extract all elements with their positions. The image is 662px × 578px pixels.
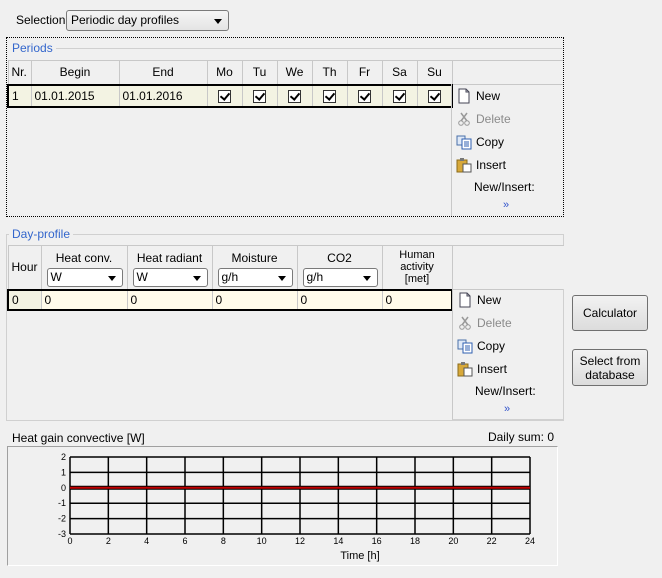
chevron-down-icon (362, 276, 371, 281)
chevron-down-icon (192, 276, 201, 281)
y-tick-label: 0 (61, 483, 66, 493)
day-profile-title: Day-profile (9, 227, 74, 241)
col-human-activity-1: Human (399, 249, 435, 262)
periods-actions: New Delete Copy Insert New/Insert: » (451, 84, 563, 216)
day-profile-actions: New Delete Copy Insert New/Insert: » (452, 289, 564, 420)
col-heat-conv: Heat conv. (55, 251, 113, 265)
periods-insert-button[interactable]: Insert (456, 156, 506, 174)
col-co2: CO2 (327, 251, 352, 265)
selection-label: Selection (16, 13, 66, 27)
chevron-down-icon (214, 19, 222, 24)
selection-dropdown[interactable]: Periodic day profiles (66, 10, 229, 31)
select-from-database-button[interactable]: Select from database (572, 349, 648, 386)
col-hour: Hour (7, 245, 42, 290)
cell-nr[interactable]: 1 (7, 83, 32, 108)
x-tick-label: 16 (372, 536, 382, 546)
chart-title: Heat gain convective [W] (12, 431, 145, 445)
y-tick-label: 2 (61, 452, 66, 462)
periods-copy-button[interactable]: Copy (456, 133, 504, 151)
selection-value: Periodic day profiles (71, 13, 180, 27)
day-new-insert-label: New/Insert: (475, 384, 536, 398)
y-tick-label: -3 (58, 529, 66, 539)
x-tick-label: 2 (106, 536, 111, 546)
col-human-activity-3: [met] (404, 273, 430, 286)
scissors-icon (456, 111, 472, 127)
x-tick-label: 0 (67, 536, 72, 546)
day-insert-button[interactable]: Insert (457, 360, 507, 378)
checkbox-tu[interactable] (253, 89, 266, 103)
col-nr: Nr. (7, 60, 32, 85)
copy-icon (457, 338, 473, 354)
y-tick-label: -2 (58, 514, 66, 524)
scissors-icon (457, 315, 473, 331)
paste-icon (456, 157, 472, 173)
chart-frame: 0 2 4 6 8 10 12 14 16 18 20 22 24 2 1 0 -1 -2 -3 Time [h] (7, 446, 558, 566)
cell-end[interactable]: 01.01.2016 (118, 83, 208, 108)
new-document-icon (457, 292, 473, 308)
checkbox-th[interactable] (323, 89, 336, 103)
calculator-button[interactable]: Calculator (572, 295, 648, 331)
y-tick-label: 1 (61, 467, 66, 477)
col-mo: Mo (206, 60, 243, 85)
checkbox-su[interactable] (427, 89, 441, 103)
cell-hour[interactable]: 0 (7, 288, 42, 311)
heat-conv-unit-dropdown[interactable]: W (46, 268, 123, 287)
checkbox-fr[interactable] (358, 89, 371, 103)
co2-unit-dropdown[interactable]: g/h (302, 268, 378, 287)
day-delete-button[interactable]: Delete (457, 314, 512, 332)
cell-moisture[interactable]: 0 (211, 288, 298, 311)
x-tick-label: 12 (295, 536, 305, 546)
cell-human-activity[interactable]: 0 (381, 288, 453, 311)
moisture-unit-dropdown[interactable]: g/h (217, 268, 293, 287)
x-tick-label: 10 (257, 536, 267, 546)
day-copy-button[interactable]: Copy (457, 337, 505, 355)
cell-heat-conv[interactable]: 0 (40, 288, 128, 311)
col-th: Th (311, 60, 348, 85)
checkbox-mo[interactable] (218, 89, 231, 103)
periods-new-insert-label: New/Insert: (474, 180, 535, 194)
chevron-down-icon (277, 276, 286, 281)
new-document-icon (456, 88, 472, 104)
x-tick-label: 22 (487, 536, 497, 546)
x-tick-label: 20 (448, 536, 458, 546)
checkbox-sa[interactable] (393, 89, 406, 103)
col-heat-radiant: Heat radiant (136, 251, 203, 265)
x-tick-label: 6 (182, 536, 187, 546)
col-end: End (118, 60, 208, 85)
col-su: Su (416, 60, 453, 85)
col-we: We (276, 60, 313, 85)
col-moisture: Moisture (231, 251, 278, 265)
day-more-button[interactable]: » (504, 403, 510, 415)
col-sa: Sa (381, 60, 418, 85)
paste-icon (457, 361, 473, 377)
x-axis-label: Time [h] (340, 550, 379, 562)
periods-more-button[interactable]: » (503, 199, 509, 211)
col-human-activity-2: activity (400, 261, 434, 274)
x-tick-label: 14 (333, 536, 343, 546)
col-tu: Tu (241, 60, 278, 85)
heat-radiant-unit-dropdown[interactable]: W (132, 268, 208, 287)
copy-icon (456, 134, 472, 150)
periods-title: Periods (9, 41, 56, 55)
cell-begin[interactable]: 01.01.2015 (30, 83, 120, 108)
x-tick-label: 4 (144, 536, 149, 546)
checkbox-we[interactable] (288, 89, 301, 103)
col-fr: Fr (346, 60, 383, 85)
heat-gain-chart: 0 2 4 6 8 10 12 14 16 18 20 22 24210-1-2-3Time [h] (58, 452, 535, 562)
daily-sum: Daily sum: 0 (487, 430, 554, 444)
day-new-button[interactable]: New (457, 291, 501, 309)
cell-co2[interactable]: 0 (296, 288, 383, 311)
x-tick-label: 18 (410, 536, 420, 546)
periods-new-button[interactable]: New (456, 87, 500, 105)
chevron-down-icon (107, 276, 116, 281)
x-tick-label: 24 (525, 536, 535, 546)
periods-delete-button[interactable]: Delete (456, 110, 511, 128)
y-tick-label: -1 (58, 498, 66, 508)
x-tick-label: 8 (221, 536, 226, 546)
col-begin: Begin (30, 60, 120, 85)
cell-heat-radiant[interactable]: 0 (126, 288, 213, 311)
